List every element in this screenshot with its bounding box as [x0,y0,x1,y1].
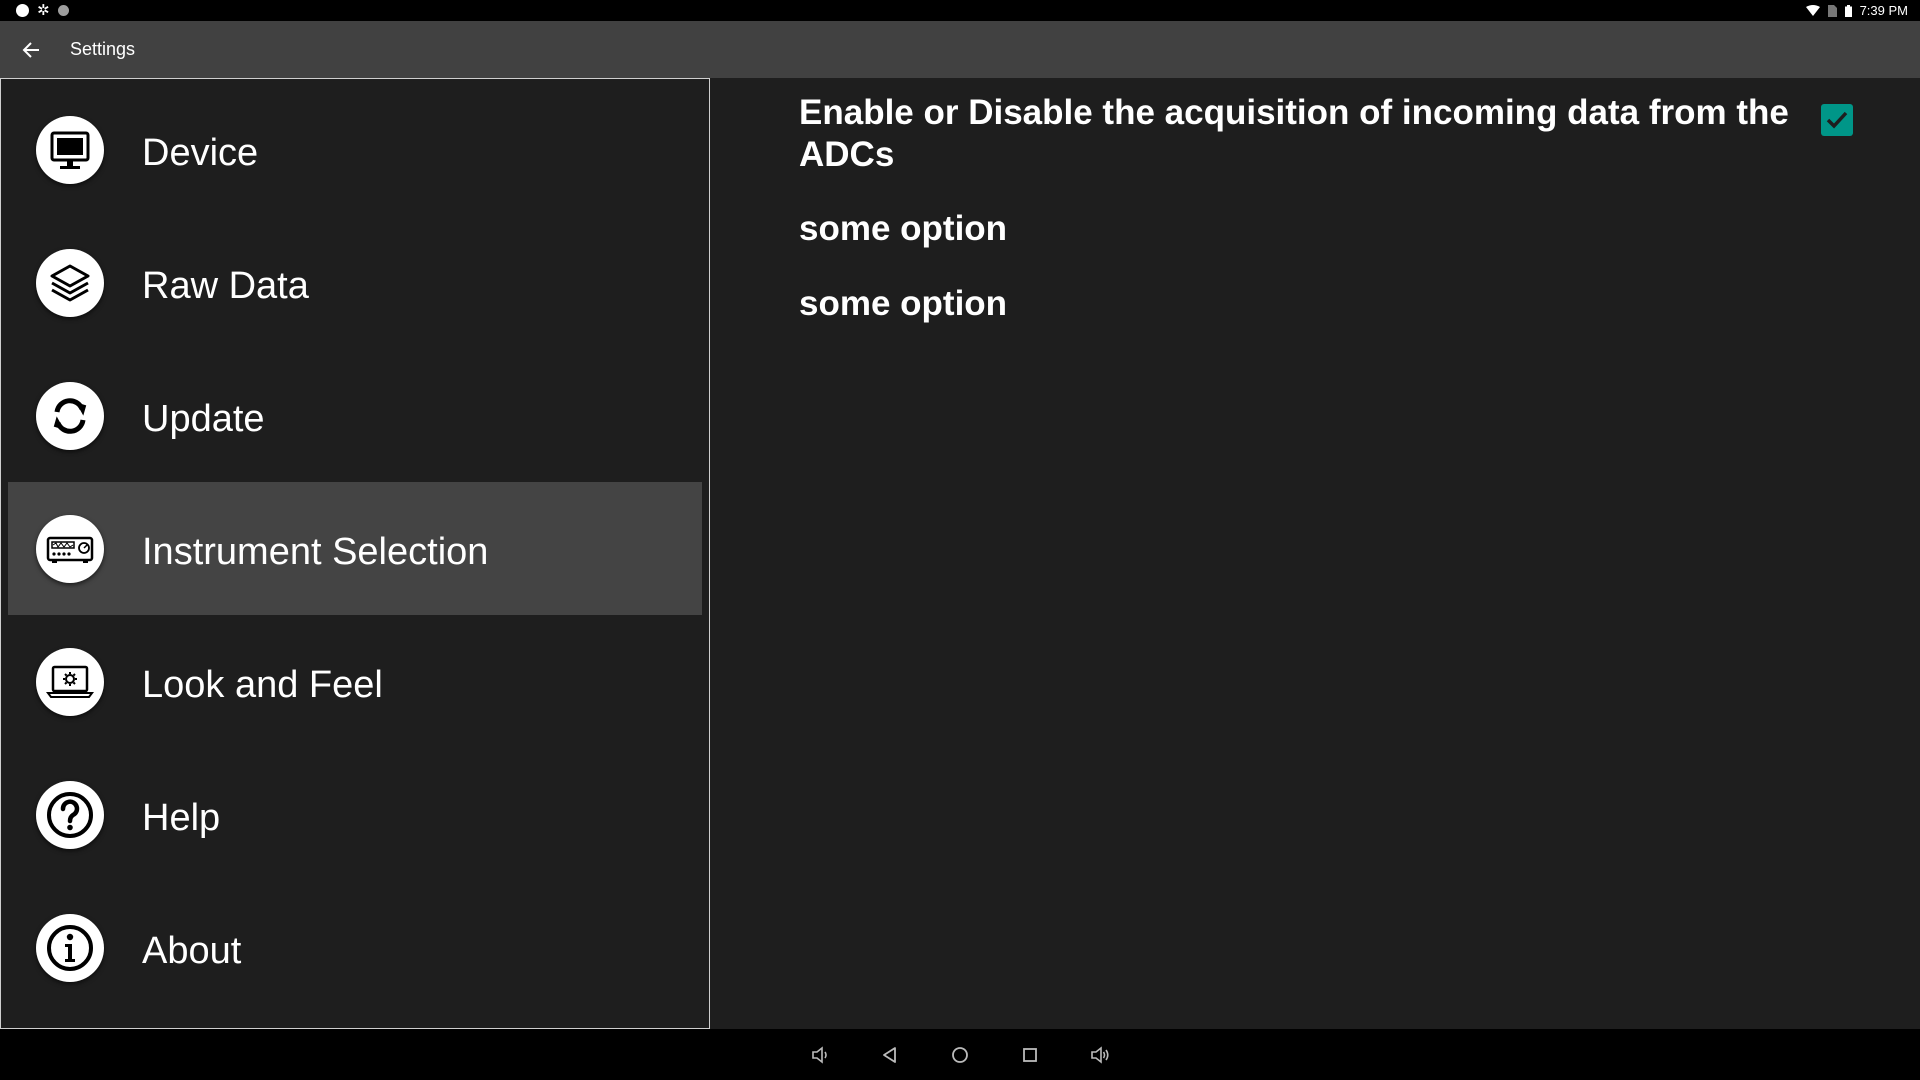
pref-some-option[interactable]: some option [799,208,1007,250]
sidebar-item-label: Look and Feel [142,664,383,706]
recents-nav-button[interactable] [1010,1035,1050,1075]
status-notifications: ✲ [16,3,69,18]
no-sim-icon [1827,4,1837,17]
sync-icon [36,381,104,450]
sidebar-item-about[interactable]: About [8,881,702,1014]
volume-down-button[interactable] [800,1035,840,1075]
system-nav-bar [0,1029,1920,1080]
wifi-icon [1805,4,1820,16]
info-circle-icon [36,913,104,982]
checkmark-icon [1826,111,1848,129]
layers-icon [36,248,104,317]
status-system: 7:39 PM [1805,3,1908,18]
sidebar-item-raw-data[interactable]: Raw Data [8,216,702,349]
notification-dot-icon [16,4,29,17]
volume-up-button[interactable] [1080,1035,1120,1075]
sidebar-item-label: About [142,930,242,972]
recents-square-icon [1023,1047,1037,1062]
status-bar: ✲ 7:39 PM [0,0,1920,21]
pref-enable-adc-acquisition[interactable]: Enable or Disable the acquisition of inc… [799,92,1799,176]
question-circle-icon [36,780,104,849]
settings-headers-list: Device Raw Data Update Instrument Select… [0,78,710,1029]
battery-icon [1844,4,1852,17]
back-button[interactable] [0,21,62,78]
home-nav-button[interactable] [940,1035,980,1075]
volume-down-icon [812,1045,827,1064]
sidebar-item-label: Help [142,797,221,839]
settings-gear-icon: ✲ [37,2,50,19]
sidebar-item-label: Device [142,132,259,174]
volume-up-icon [1091,1045,1109,1064]
back-nav-button[interactable] [870,1035,910,1075]
sidebar-item-instrument-selection[interactable]: Instrument Selection [8,482,702,615]
laptop-gear-icon [36,647,104,716]
instrument-device-icon [36,514,104,583]
sidebar-item-label: Update [142,398,265,440]
arrow-left-icon [22,41,39,58]
preferences-pane: Enable or Disable the acquisition of inc… [711,78,1920,1029]
notification-dot-icon [57,5,69,16]
sidebar-item-update[interactable]: Update [8,349,702,482]
sidebar-item-device[interactable]: Device [8,83,702,216]
monitor-icon [36,115,104,184]
status-time: 7:39 PM [1859,3,1908,18]
sidebar-item-label: Instrument Selection [142,531,489,573]
app-toolbar: Settings [0,21,1920,78]
adc-acquisition-checkbox[interactable] [1821,104,1853,136]
page-title: Settings [70,39,136,59]
sidebar-item-label: Raw Data [142,265,309,307]
sidebar-item-help[interactable]: Help [8,748,702,881]
sidebar-item-look-and-feel[interactable]: Look and Feel [8,615,702,748]
home-circle-icon [952,1046,968,1063]
back-triangle-icon [883,1046,896,1063]
pref-some-option[interactable]: some option [799,283,1007,325]
